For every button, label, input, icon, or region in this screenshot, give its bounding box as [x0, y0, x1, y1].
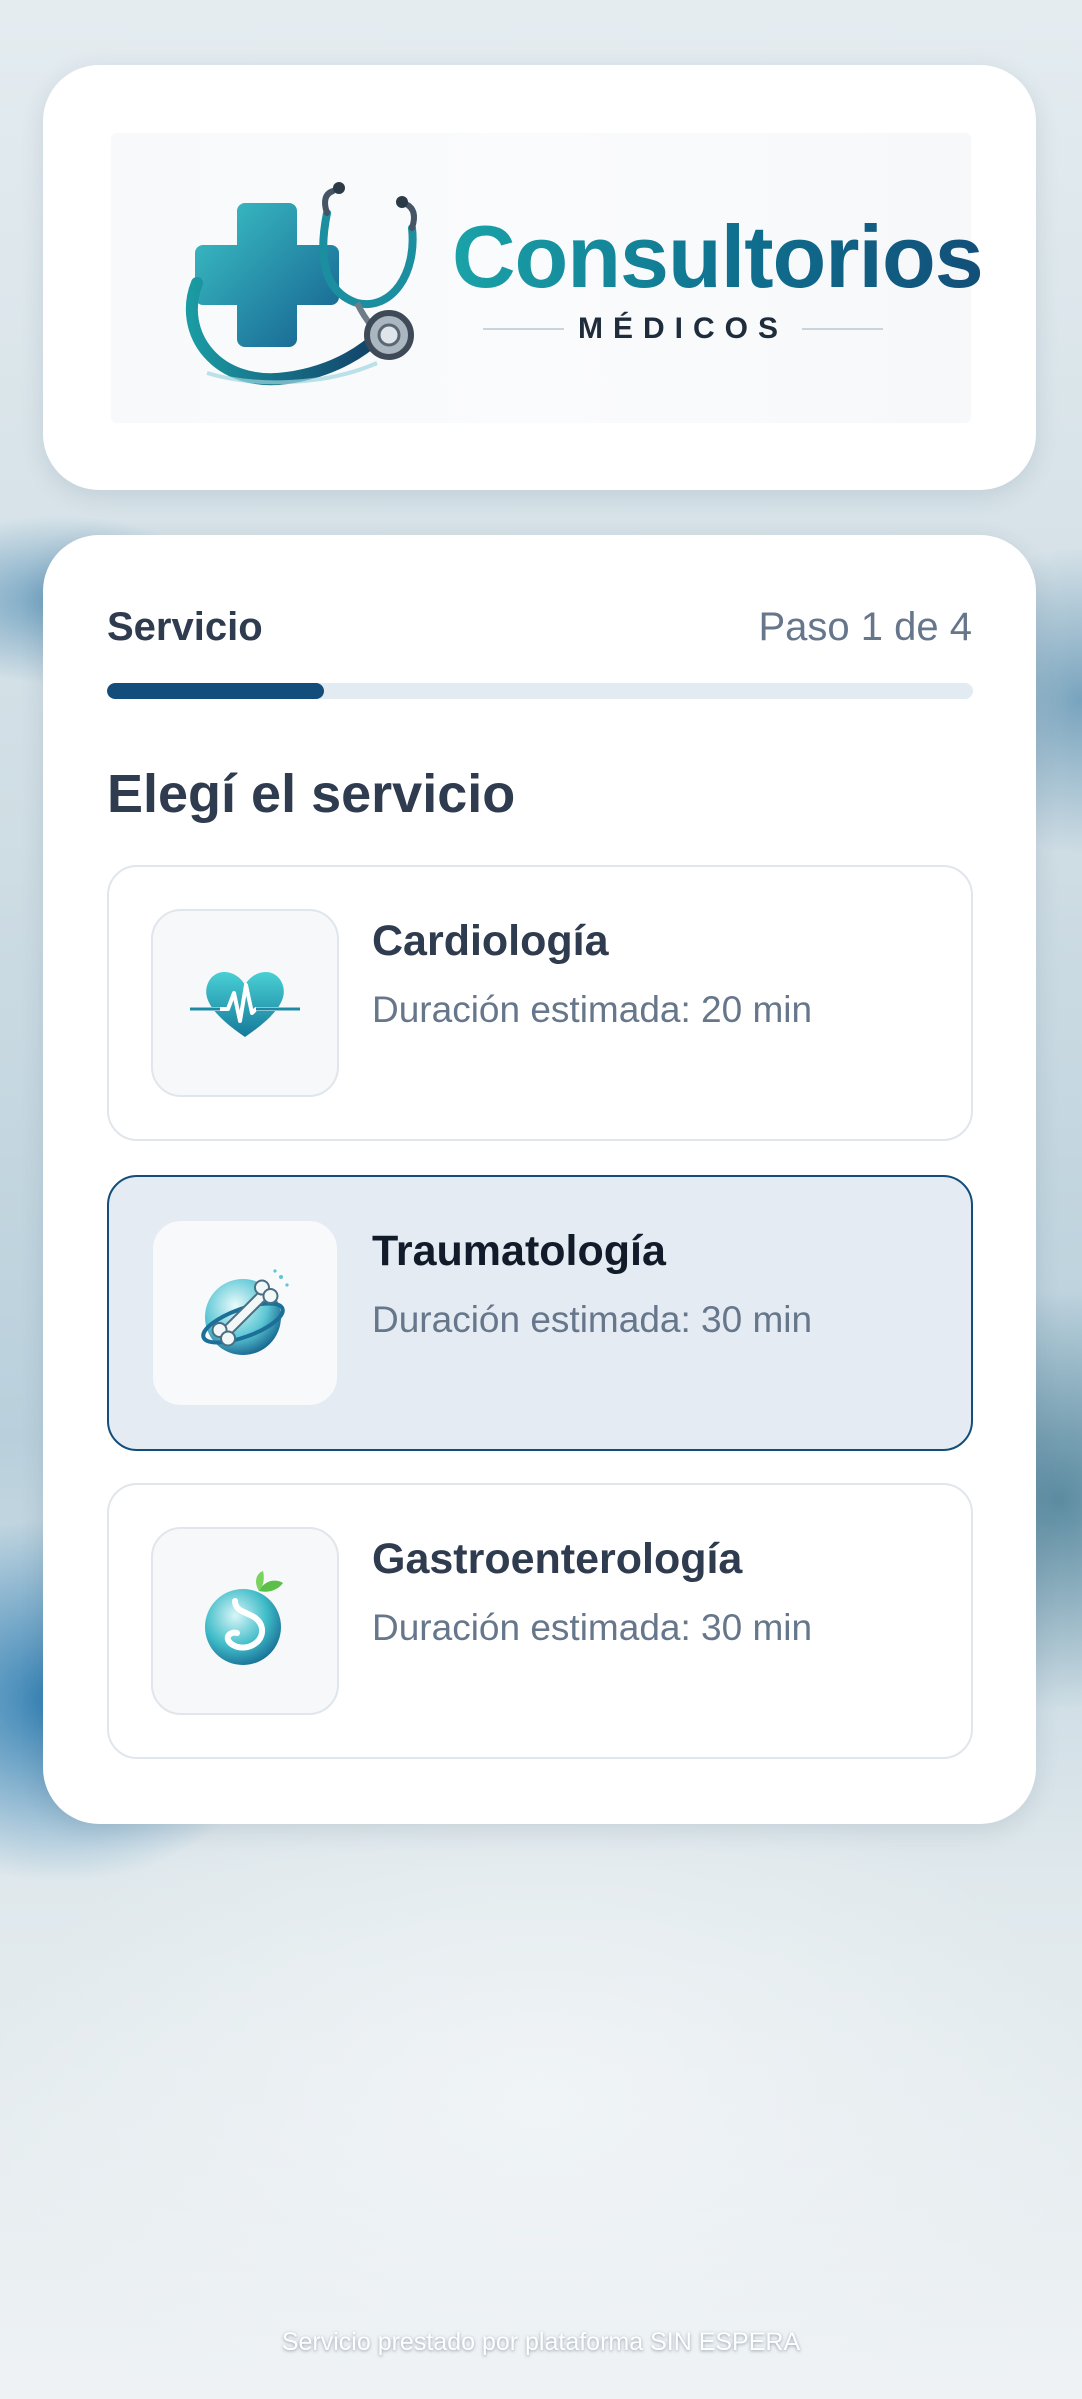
logo-banner: Consultorios MÉDICOS: [111, 133, 984, 423]
service-name: Traumatología: [372, 1227, 666, 1275]
brand-name: Consultorios: [452, 207, 984, 306]
service-option-cardiologia[interactable]: Cardiología Duración estimada: 20 min: [107, 865, 973, 1141]
bone-icon: [201, 1269, 289, 1355]
stomach-icon: [205, 1571, 283, 1665]
brand-subtitle-row: MÉDICOS: [483, 309, 884, 349]
progress-bar: [107, 683, 973, 699]
brand-subtitle: MÉDICOS: [578, 312, 789, 345]
service-option-traumatologia[interactable]: Traumatología Duración estimada: 30 min: [107, 1175, 973, 1451]
medical-cross-stethoscope-logo-icon: [186, 182, 417, 386]
service-duration: Duración estimada: 20 min: [372, 989, 813, 1030]
service-duration: Duración estimada: 30 min: [372, 1299, 813, 1340]
section-title: Elegí el servicio: [107, 764, 516, 824]
service-duration: Duración estimada: 30 min: [372, 1607, 813, 1648]
service-option-gastroenterologia[interactable]: Gastroenterología Duración estimada: 30 …: [107, 1483, 973, 1759]
divider: [802, 328, 884, 330]
service-icon-box: [151, 909, 339, 1097]
footer-credit: Servicio prestado por plataforma SIN ESP…: [281, 2328, 801, 2356]
service-icon-box: [151, 1219, 339, 1407]
step-count: Paso 1 de 4: [758, 605, 973, 649]
logo-card: Consultorios MÉDICOS: [43, 65, 1036, 490]
service-selection-card: Servicio Paso 1 de 4 Elegí el servicio C…: [43, 535, 1036, 1824]
step-label: Servicio: [107, 605, 263, 649]
service-name: Gastroenterología: [372, 1535, 743, 1583]
service-icon-box: [151, 1527, 339, 1715]
service-name: Cardiología: [372, 917, 609, 965]
divider: [483, 328, 564, 330]
heart-pulse-icon: [190, 971, 300, 1037]
progress-fill: [107, 683, 324, 699]
